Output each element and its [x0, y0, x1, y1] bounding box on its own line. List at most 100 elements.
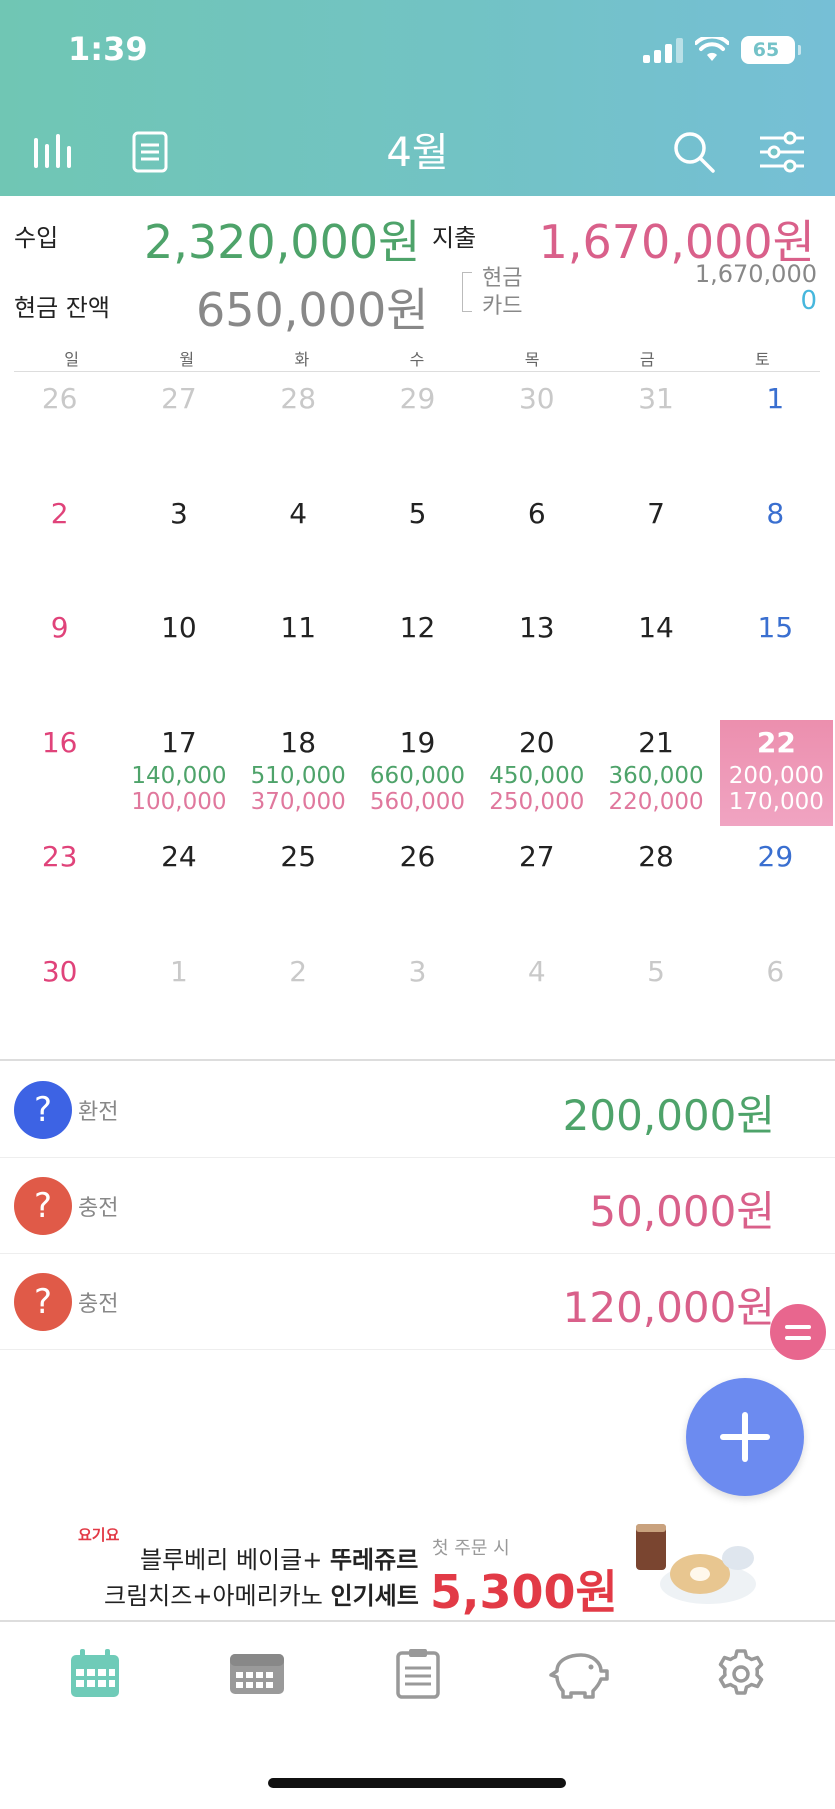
card-value: 0 — [800, 286, 817, 316]
day-income: 140,000 — [131, 762, 227, 789]
ad-food-image — [636, 1524, 756, 1604]
calendar-day[interactable]: 18 510,000 370,000 — [239, 716, 358, 831]
day-number: 1 — [170, 954, 188, 988]
calendar-day[interactable]: 27 — [477, 830, 596, 945]
ad-line-2: 크림치즈+아메리카노 인기세트 — [104, 1576, 419, 1611]
day-number: 18 — [280, 725, 317, 759]
calendar-day[interactable]: 8 — [716, 487, 835, 602]
calendar-day[interactable]: 20 450,000 250,000 — [477, 716, 596, 831]
bracket — [462, 272, 472, 312]
calendar-day[interactable]: 31 — [596, 372, 715, 487]
card-label: 카드 — [482, 294, 523, 319]
day-number: 6 — [766, 954, 785, 988]
filter-icon[interactable] — [752, 122, 812, 182]
home-indicator — [268, 1778, 566, 1788]
calendar-day[interactable]: 11 — [239, 601, 358, 716]
calendar-day[interactable]: 6 — [716, 945, 835, 1060]
calendar-day[interactable]: 28 — [596, 830, 715, 945]
tab-savings[interactable] — [543, 1642, 613, 1706]
calendar-grid: 26 27 28 29 30 31 1 2 3 4 5 6 7 8 9 10 11 12 13 14 15 16 17 140… — [0, 372, 835, 1060]
calendar-day[interactable]: 24 — [119, 830, 238, 945]
weekday-header: 일월화수목금토 — [14, 346, 820, 372]
calendar-day[interactable]: 1 — [716, 372, 835, 487]
calendar-day[interactable]: 10 — [119, 601, 238, 716]
day-expense: 220,000 — [608, 788, 704, 815]
calendar-day[interactable]: 30 — [0, 945, 119, 1060]
piggy-bank-icon — [549, 1653, 609, 1699]
calendar-day[interactable]: 16 — [0, 716, 119, 831]
calendar-day[interactable]: 2 — [0, 487, 119, 602]
report-icon — [396, 1649, 440, 1699]
calendar-day[interactable]: 30 — [477, 372, 596, 487]
calendar-day[interactable]: 7 — [596, 487, 715, 602]
transaction-row[interactable]: ? 충전 50,000원 — [0, 1158, 835, 1254]
cellular-signal-icon — [643, 37, 683, 63]
calendar-day[interactable]: 9 — [0, 601, 119, 716]
weekday-label: 일 — [64, 350, 79, 369]
calendar-day[interactable]: 2 — [239, 945, 358, 1060]
plus-icon — [720, 1412, 770, 1462]
calendar-day[interactable]: 29 — [716, 830, 835, 945]
day-number: 27 — [161, 382, 197, 415]
tab-report[interactable] — [383, 1642, 453, 1706]
calendar-day[interactable]: 27 — [119, 372, 238, 487]
day-number: 29 — [399, 382, 436, 415]
weekday-label: 수 — [409, 350, 425, 369]
calendar-day[interactable]: 4 — [477, 945, 596, 1060]
calendar-day[interactable]: 12 — [358, 601, 477, 716]
day-income: 360,000 — [608, 762, 704, 789]
calendar-day[interactable]: 26 — [0, 372, 119, 487]
day-expense: 100,000 — [131, 788, 227, 815]
tab-calendar[interactable] — [60, 1642, 130, 1706]
cash-value: 1,670,000 — [694, 260, 817, 288]
calendar-day[interactable]: 28 — [239, 372, 358, 487]
transaction-category: 충전 — [78, 1292, 119, 1317]
day-income: 660,000 — [369, 762, 466, 789]
day-number: 3 — [170, 496, 188, 530]
transaction-row[interactable]: ? 충전 120,000원 — [0, 1254, 835, 1350]
summary-toggle-button[interactable] — [770, 1304, 826, 1360]
day-number: 6 — [527, 496, 546, 530]
calendar-day[interactable]: 1 — [119, 945, 238, 1060]
calendar-day[interactable]: 3 — [119, 487, 238, 602]
day-number: 19 — [399, 725, 436, 759]
transaction-row[interactable]: ? 환전 200,000원 — [0, 1062, 835, 1158]
calendar-day[interactable]: 17 140,000 100,000 — [119, 716, 238, 831]
calendar-day[interactable]: 3 — [358, 945, 477, 1060]
day-number: 12 — [399, 611, 436, 645]
day-number: 1 — [766, 382, 785, 415]
calendar-day[interactable]: 14 — [596, 601, 715, 716]
calendar-day[interactable]: 4 — [239, 487, 358, 602]
expense-label: 지출 — [432, 224, 477, 252]
calendar-day[interactable]: 23 — [0, 830, 119, 945]
calendar-day[interactable]: 5 — [358, 487, 477, 602]
calendar-day[interactable]: 26 — [358, 830, 477, 945]
day-number: 15 — [757, 611, 794, 645]
day-number: 28 — [638, 840, 674, 874]
calendar-day[interactable]: 19 660,000 560,000 — [358, 716, 477, 831]
add-transaction-button[interactable] — [686, 1378, 804, 1496]
ad-banner[interactable]: 요기요 블루베리 베이글+ 뚜레쥬르 크림치즈+아메리카노 인기세트 첫 주문 … — [60, 1510, 772, 1619]
tab-weekly[interactable] — [222, 1642, 292, 1706]
day-number: 16 — [41, 725, 78, 759]
day-number: 23 — [41, 840, 78, 874]
calendar-day[interactable]: 13 — [477, 601, 596, 716]
calendar-day[interactable]: 25 — [239, 830, 358, 945]
transaction-amount: 200,000원 — [562, 1091, 775, 1140]
income-value: 2,320,000원 — [144, 215, 421, 269]
weekday-label: 목 — [524, 350, 540, 369]
divider — [0, 1059, 835, 1061]
day-number: 13 — [518, 611, 555, 645]
search-icon[interactable] — [664, 122, 724, 182]
calendar-day-today[interactable]: 22 200,000 170,000 — [719, 719, 833, 827]
tab-settings[interactable] — [706, 1642, 776, 1706]
balance-value: 650,000원 — [196, 283, 429, 337]
day-expense: 170,000 — [728, 788, 824, 815]
calendar-day[interactable]: 29 — [358, 372, 477, 487]
calendar-day[interactable]: 21 360,000 220,000 — [596, 716, 715, 831]
weekday-label: 화 — [294, 350, 310, 369]
calendar-day[interactable]: 15 — [716, 601, 835, 716]
income-label: 수입 — [14, 224, 59, 252]
calendar-day[interactable]: 5 — [596, 945, 715, 1060]
calendar-day[interactable]: 6 — [477, 487, 596, 602]
